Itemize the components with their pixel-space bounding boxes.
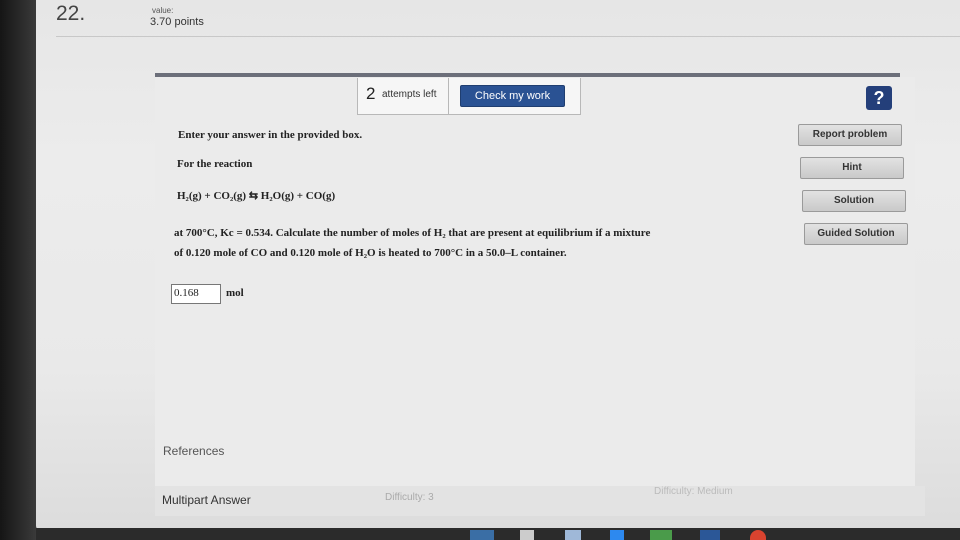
- taskbar-app-icon[interactable]: [565, 530, 581, 540]
- answer-unit: mol: [226, 287, 244, 299]
- value-label: value:: [152, 6, 174, 15]
- footer-bar: [155, 486, 925, 516]
- word-icon[interactable]: [700, 530, 720, 540]
- attempts-count: 2: [366, 84, 376, 103]
- for-reaction-text: For the reaction: [177, 158, 253, 170]
- monitor-bezel: [0, 0, 36, 540]
- solution-button[interactable]: Solution: [802, 190, 906, 212]
- problem-text-line-1: at 700°C, Kc = 0.534. Calculate the numb…: [174, 227, 651, 239]
- multipart-answer-label: Multipart Answer: [162, 493, 251, 507]
- attempts-divider: [448, 78, 449, 115]
- panel-top-bar: [155, 73, 900, 77]
- taskbar: [36, 528, 960, 540]
- hint-button[interactable]: Hint: [800, 157, 904, 179]
- taskbar-app-icon[interactable]: [610, 530, 624, 540]
- instructions-text: Enter your answer in the provided box.: [178, 129, 363, 141]
- references-link[interactable]: References: [163, 444, 224, 458]
- reaction-equation: H₂(g) + CO₂(g) ⇆ H₂O(g) + CO(g): [177, 190, 336, 202]
- question-number: 22.: [56, 2, 86, 25]
- answer-input[interactable]: 0.168: [171, 284, 221, 304]
- report-problem-button[interactable]: Report problem: [798, 124, 902, 146]
- points-value: 3.70 points: [150, 16, 204, 28]
- chrome-icon[interactable]: [750, 530, 766, 540]
- problem-text-line-2: of 0.120 mole of CO and 0.120 mole of H₂…: [174, 247, 567, 259]
- taskbar-app-icon[interactable]: [470, 530, 494, 540]
- difficulty-level: Difficulty: 3: [385, 492, 434, 503]
- check-my-work-button[interactable]: Check my work: [460, 85, 565, 107]
- attempts-label: attempts left: [382, 89, 437, 100]
- header-divider: [56, 36, 960, 37]
- taskbar-app-icon[interactable]: [520, 530, 534, 540]
- difficulty-rating: Difficulty: Medium: [654, 486, 733, 497]
- taskbar-app-icon[interactable]: [650, 530, 672, 540]
- guided-solution-button[interactable]: Guided Solution: [804, 223, 908, 245]
- help-button[interactable]: ?: [866, 86, 892, 110]
